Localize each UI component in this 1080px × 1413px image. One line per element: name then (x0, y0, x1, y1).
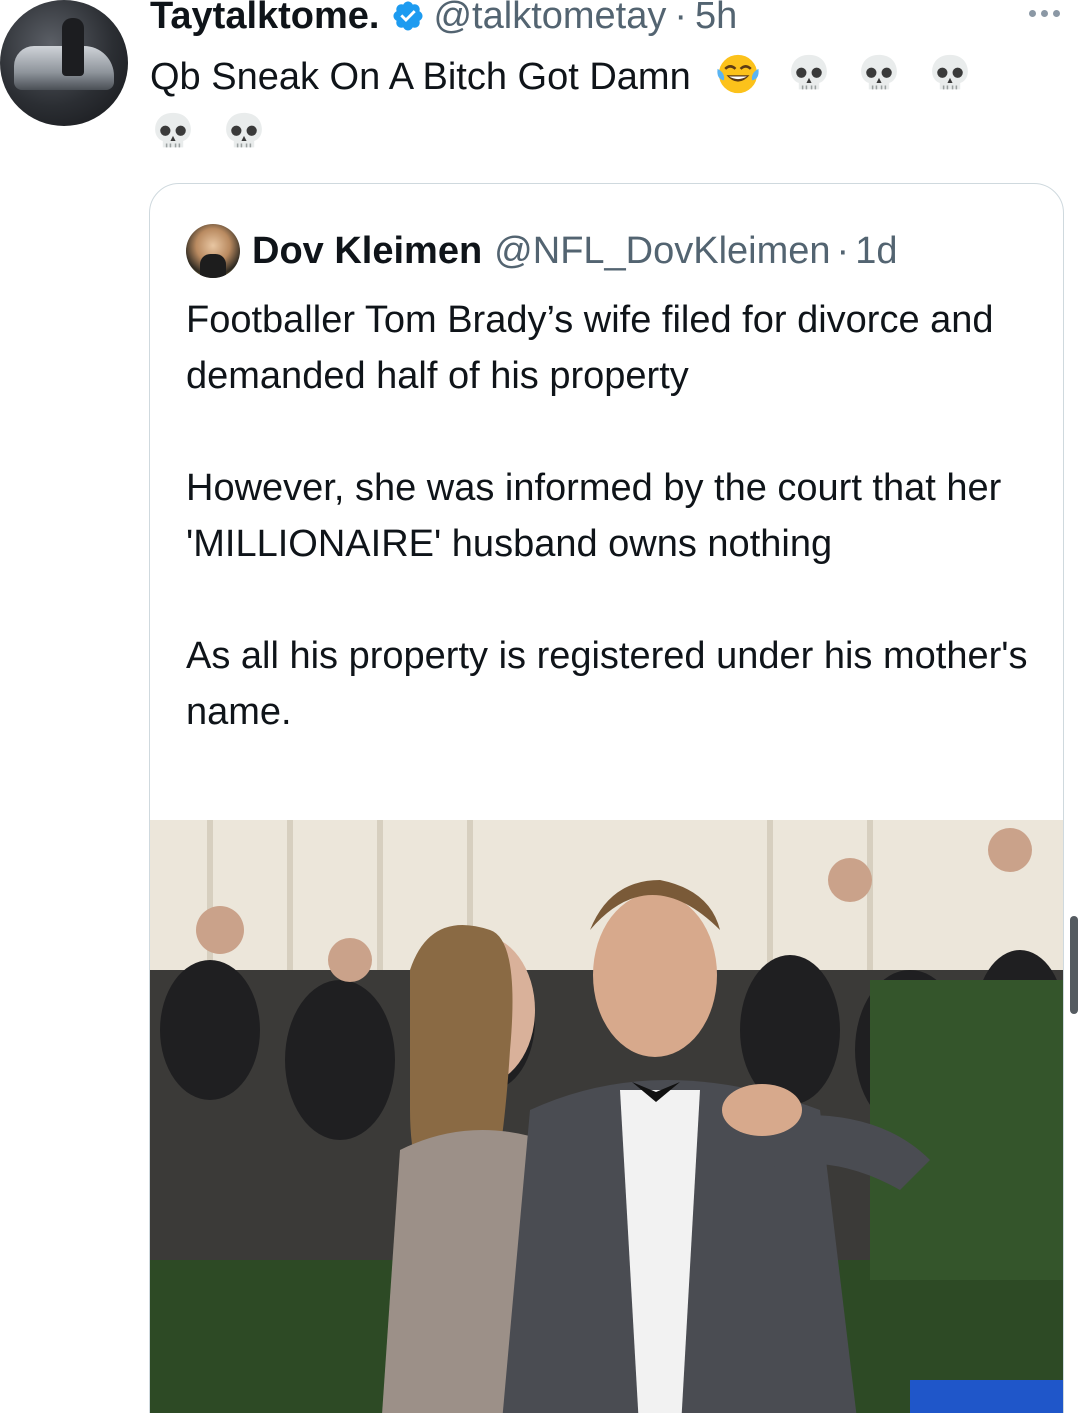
skull-emoji-icon (790, 54, 827, 90)
quoted-author-display-name[interactable]: Dov Kleimen (252, 230, 482, 273)
scrollbar-thumb[interactable] (1070, 916, 1078, 1014)
photo-illustration (150, 820, 1063, 1413)
skull-emoji-icon (932, 54, 968, 90)
avatar-person-image (62, 18, 84, 76)
quoted-tweet-text: Footballer Tom Brady’s wife filed for di… (186, 292, 1036, 796)
tears-of-joy-emoji-icon (717, 54, 759, 94)
quoted-header-separator: · (836, 229, 850, 272)
tweet-header: Taytalktome. @talktometay · 5h (150, 0, 737, 46)
quoted-tweet-photo[interactable] (150, 820, 1063, 1413)
quoted-tweet-timestamp[interactable]: 1d (855, 230, 897, 273)
tweet-timestamp[interactable]: 5h (695, 0, 737, 38)
quoted-paragraph: As all his property is registered under … (186, 635, 1028, 733)
quoted-paragraph: Footballer Tom Brady’s wife filed for di… (186, 299, 994, 397)
more-options-icon[interactable] (1029, 10, 1060, 17)
quoted-tweet[interactable]: Dov Kleimen @NFL_DovKleimen · 1d Footbal… (149, 183, 1064, 1413)
quoted-author-avatar[interactable] (186, 224, 240, 278)
author-display-name[interactable]: Taytalktome. (150, 0, 379, 38)
tweet-text-content: Qb Sneak On A Bitch Got Damn (150, 56, 691, 98)
quoted-tweet-header: Dov Kleimen @NFL_DovKleimen · 1d (186, 224, 897, 278)
skull-emoji-icon (861, 54, 898, 90)
tweet[interactable]: Taytalktome. @talktometay · 5h Qb Sneak … (0, 0, 1080, 1413)
quoted-author-handle[interactable]: @NFL_DovKleimen (494, 230, 830, 273)
skull-emoji-icon (225, 112, 262, 148)
author-avatar[interactable] (0, 0, 128, 126)
tweet-text: Qb Sneak On A Bitch Got Damn (150, 48, 1030, 164)
quoted-paragraph: However, she was informed by the court t… (186, 467, 1002, 565)
skull-emoji-icon (155, 112, 191, 148)
verified-badge-icon (393, 1, 424, 31)
author-handle[interactable]: @talktometay (433, 0, 666, 38)
header-separator: · (674, 0, 688, 37)
